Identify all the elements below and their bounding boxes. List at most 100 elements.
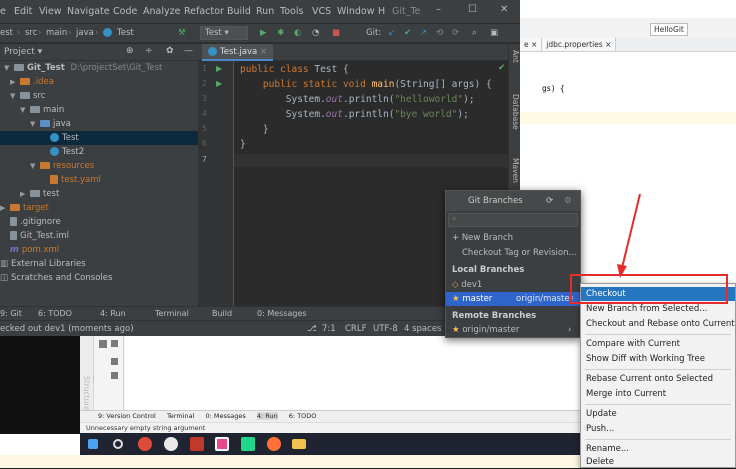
rollback-icon[interactable]: ⟳ (452, 28, 459, 38)
bg-tab-version-control[interactable]: 9: Version Control (98, 412, 156, 420)
breadcrumb-src[interactable]: src (25, 28, 37, 38)
toolwindow-todo[interactable]: 6: TODO (38, 309, 72, 318)
coverage-icon[interactable]: ◐ (294, 28, 301, 38)
code-line[interactable]: System.out.println("bye world"); (240, 109, 469, 120)
menu-help[interactable]: H (378, 6, 385, 17)
tree-item-src[interactable]: ▼ src (10, 89, 208, 103)
menu-window[interactable]: Window (337, 6, 374, 17)
refresh-icon[interactable]: ⟳ (546, 191, 553, 211)
stop-icon[interactable]: ■ (332, 28, 340, 38)
settings-icon[interactable]: ⚙ (564, 191, 572, 211)
menu-show-diff[interactable]: Show Diff with Working Tree (581, 352, 735, 366)
toolwindow-messages[interactable]: 0: Messages (257, 309, 307, 318)
tree-item-pom[interactable]: m pom.xml (10, 243, 208, 257)
indent-setting[interactable]: 4 spaces (404, 324, 441, 334)
minimize-icon[interactable]: – (436, 4, 441, 15)
chevron-down-icon[interactable]: ▼ (30, 117, 40, 131)
run-icon[interactable]: ▶ (260, 28, 267, 38)
tool-database[interactable]: Database (511, 94, 520, 130)
search-everywhere-icon[interactable]: ⌕ (472, 28, 477, 38)
menu-refactor[interactable]: Refactor (184, 6, 224, 17)
hammer-icon[interactable]: ⚒ (178, 28, 186, 38)
git-status-icon[interactable]: ⎇ (307, 324, 317, 334)
tree-item-scratches[interactable]: ◫ Scratches and Consoles (0, 271, 198, 285)
gear-icon[interactable]: ✿ (166, 46, 174, 56)
bg-tab-terminal[interactable]: Terminal (167, 412, 194, 420)
breadcrumb-java[interactable]: java (76, 28, 94, 38)
locate-icon[interactable]: ⊕ (126, 46, 134, 56)
git-update-icon[interactable]: ↙ (388, 28, 395, 38)
debug-icon[interactable]: ✱ (277, 28, 284, 38)
menu-code[interactable]: Code (113, 6, 137, 17)
menu-push[interactable]: Push... (581, 422, 735, 436)
toolwindow-git[interactable]: 9: Git (0, 309, 22, 318)
project-title[interactable]: Project ▾ (4, 47, 42, 57)
bg-tab-todo[interactable]: 6: TODO (289, 412, 317, 420)
toolwindow-terminal[interactable]: Terminal (155, 309, 189, 318)
firefox-icon[interactable] (267, 437, 281, 451)
menu-rebase-current[interactable]: Rebase Current onto Selected (581, 372, 735, 386)
tree-item-idea[interactable]: ▶ .idea (10, 75, 208, 89)
menu-analyze[interactable]: Analyze (143, 6, 180, 17)
caret-position[interactable]: 7:1 (322, 324, 336, 334)
breadcrumb-project[interactable]: est (0, 28, 13, 38)
git-push-icon[interactable]: ↗ (420, 28, 427, 38)
close-icon[interactable]: × (260, 47, 267, 57)
intellij-icon[interactable] (215, 437, 229, 451)
search-icon[interactable] (113, 439, 123, 449)
branch-item-dev1[interactable]: ◇ dev1 (446, 278, 580, 292)
app-icon[interactable] (190, 437, 204, 451)
menu-checkout-and-rebase[interactable]: Checkout and Rebase onto Current (581, 317, 735, 331)
run-config-select[interactable]: Test ▾ (200, 26, 248, 40)
bg-tool-icon[interactable] (111, 372, 118, 379)
bg-tab-messages[interactable]: 0: Messages (206, 412, 246, 420)
pycharm-icon[interactable] (241, 437, 255, 451)
chevron-down-icon[interactable]: ▼ (30, 159, 40, 173)
bg-tab-run[interactable]: 4: Run (256, 412, 278, 420)
inspection-ok-icon[interactable]: ✔ (498, 63, 506, 73)
hide-icon[interactable]: — (184, 46, 193, 56)
toolwindow-build[interactable]: Build (212, 309, 232, 318)
chevron-down-icon[interactable]: ▼ (4, 61, 14, 75)
history-icon[interactable]: ⟲ (436, 28, 443, 38)
tree-item-test[interactable]: ▶ test (20, 187, 218, 201)
tool-maven[interactable]: Maven (511, 158, 520, 183)
menu-edit[interactable]: Edit (14, 6, 32, 17)
bg-tab[interactable]: jdbc.properties × (542, 38, 617, 51)
file-explorer-icon[interactable] (292, 439, 306, 449)
app-icon[interactable] (164, 437, 178, 451)
tab-test-java[interactable]: Test.java × (202, 44, 274, 61)
breadcrumb-test[interactable]: Test (117, 28, 134, 38)
menu-view[interactable]: View (39, 6, 62, 17)
tree-item-root[interactable]: ▼ Git_Test D:\projectSet\Git_Test (4, 61, 202, 75)
windows-start-icon[interactable] (88, 439, 98, 449)
menu-delete[interactable]: Delete (581, 455, 735, 469)
code-line[interactable]: System.out.println("helloworld"); (240, 94, 475, 105)
menu-rename[interactable]: Rename... (581, 442, 735, 456)
menu-compare-with-current[interactable]: Compare with Current (581, 337, 735, 351)
menu-run[interactable]: Run (256, 6, 274, 17)
tool-ant[interactable]: Ant (511, 50, 520, 63)
menu-update[interactable]: Update (581, 407, 735, 421)
chevron-down-icon[interactable]: ▼ (20, 103, 30, 117)
chevron-right-icon[interactable]: ▶ (10, 75, 20, 89)
chrome-icon[interactable] (138, 437, 152, 451)
bg-tab[interactable]: e × (520, 38, 543, 51)
maximize-icon[interactable]: ☐ (468, 4, 477, 15)
chevron-down-icon[interactable]: ▼ (10, 89, 20, 103)
bg-tool-icon[interactable] (111, 358, 118, 365)
close-icon[interactable]: ✕ (500, 4, 508, 15)
bg-tool-icon[interactable] (111, 340, 118, 347)
new-branch-action[interactable]: + New Branch (446, 231, 580, 245)
branch-item-master[interactable]: ★ master origin/master › (446, 292, 580, 306)
bg-run-config[interactable]: HelloGit (650, 23, 688, 36)
breadcrumb-main[interactable]: main (46, 28, 67, 38)
layout-icon[interactable]: ▣ (490, 28, 498, 38)
menu-merge-into-current[interactable]: Merge into Current (581, 387, 735, 401)
code-line[interactable]: public class Test { (240, 64, 349, 75)
menu-vcs[interactable]: VCS (312, 6, 331, 17)
tree-item-external-libraries[interactable]: ▥ External Libraries (0, 257, 198, 271)
menu-file[interactable]: e (0, 6, 6, 17)
menu-build[interactable]: Build (227, 6, 251, 17)
code-line[interactable]: public static void main(String[] args) { (240, 79, 492, 90)
